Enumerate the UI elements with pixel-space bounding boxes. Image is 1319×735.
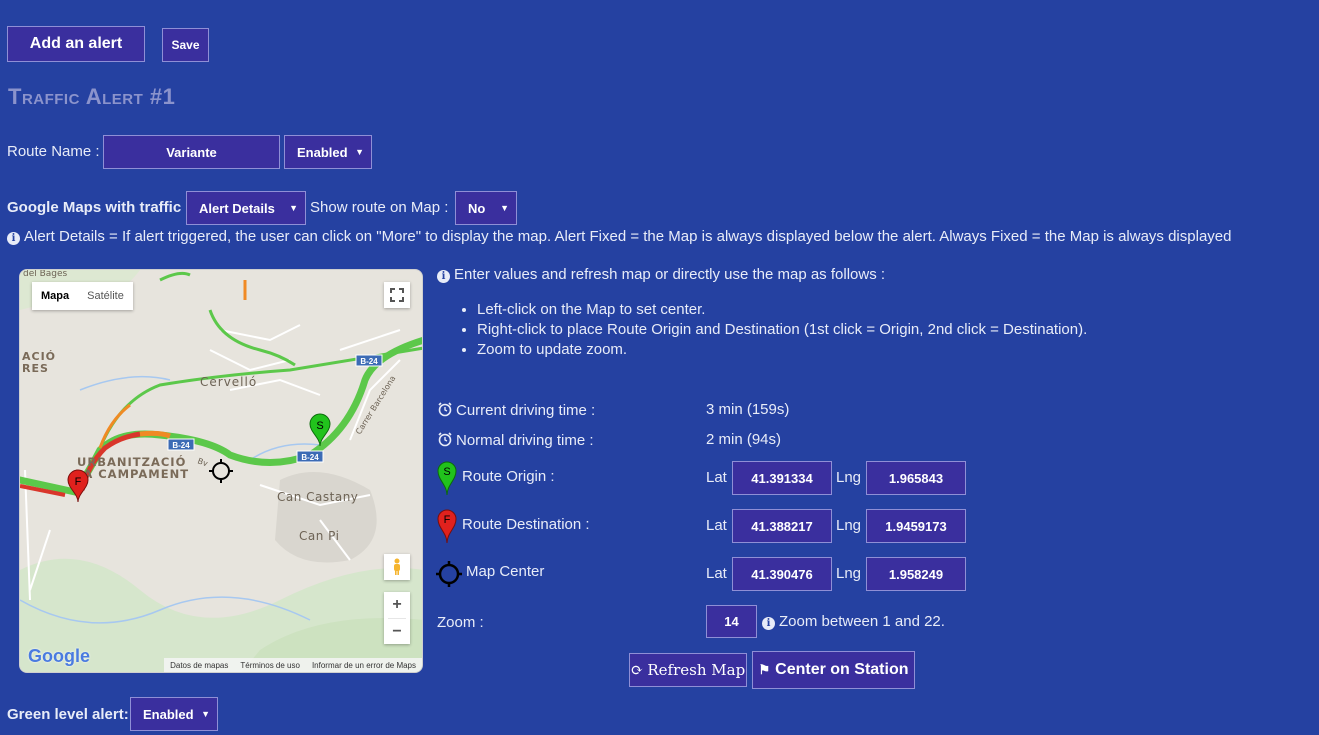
place-label: LA CAMPAMENT <box>75 467 189 481</box>
place-label: Can Pi <box>299 529 339 543</box>
place-label: RES <box>22 362 49 375</box>
svg-text:S: S <box>316 420 323 432</box>
crosshair-icon <box>436 561 462 587</box>
map-footer: Datos de mapas Términos de uso Informar … <box>164 658 422 672</box>
alarm-clock-icon <box>438 402 452 417</box>
place-label: Cervelló <box>200 375 257 389</box>
maps-label: Google Maps with traffic : <box>7 199 191 216</box>
info-icon: i <box>7 232 20 245</box>
maps-mode-value: Alert Details <box>199 200 275 216</box>
road-badge: B-24 <box>360 357 378 366</box>
zoom-info-text: Zoom between 1 and 22. <box>779 613 945 630</box>
list-item: Left-click on the Map to set center. <box>477 302 1087 318</box>
save-button[interactable]: Save <box>162 28 209 62</box>
show-route-value: No <box>468 200 486 216</box>
normal-time-label-text: Normal driving time : <box>456 432 594 449</box>
add-alert-button[interactable]: Add an alert <box>7 26 145 62</box>
maps-info-text: Alert Details = If alert triggered, the … <box>24 228 1232 245</box>
station-icon: ⚑ <box>758 662 771 677</box>
refresh-map-label: Refresh Map <box>647 661 746 679</box>
green-alert-select[interactable]: Enabled ▼ <box>130 697 218 731</box>
maps-mode-select[interactable]: Alert Details ▼ <box>186 191 306 225</box>
map-type-map-button[interactable]: Mapa <box>32 282 78 310</box>
info-icon: i <box>437 270 450 283</box>
zoom-control: + − <box>384 592 410 644</box>
center-lat-input[interactable]: 41.390476 <box>732 557 832 591</box>
road-badge: B-24 <box>172 441 190 450</box>
origin-lng-label: Lng <box>836 469 862 486</box>
origin-lat-input[interactable]: 41.391334 <box>732 461 832 495</box>
info-icon: i <box>762 617 775 630</box>
zoom-info: i Zoom between 1 and 22. <box>762 613 945 630</box>
destination-pin-icon: F <box>437 509 457 543</box>
map-canvas[interactable]: B-24 B-24 B-24 Cervelló URBANITZACIÓ LA … <box>20 270 423 673</box>
alarm-clock-icon <box>438 432 452 447</box>
place-label: del Bages <box>23 270 68 279</box>
svg-text:S: S <box>443 466 450 478</box>
refresh-icon: ⟳ <box>630 661 644 679</box>
map-data-link[interactable]: Datos de mapas <box>170 661 228 670</box>
map-type-control: Mapa Satélite <box>32 282 133 310</box>
center-lat-label: Lat <box>706 565 727 582</box>
center-lng-label: Lng <box>836 565 862 582</box>
green-alert-label: Green level alert: <box>7 706 129 723</box>
svg-text:F: F <box>444 514 451 526</box>
origin-pin-icon: S <box>437 461 457 495</box>
map[interactable]: B-24 B-24 B-24 Cervelló URBANITZACIÓ LA … <box>19 269 423 673</box>
chevron-down-icon: ▼ <box>355 147 364 157</box>
center-lng-input[interactable]: 1.958249 <box>866 557 966 591</box>
destination-lng-label: Lng <box>836 517 862 534</box>
road-badge: B-24 <box>301 453 319 462</box>
route-status-value: Enabled <box>297 144 348 160</box>
chevron-down-icon: ▼ <box>289 203 298 213</box>
green-alert-value: Enabled <box>143 706 194 722</box>
origin-lng-input[interactable]: 1.965843 <box>866 461 966 495</box>
crosshair-icon[interactable] <box>209 459 233 483</box>
show-route-select[interactable]: No ▼ <box>455 191 517 225</box>
route-name-label: Route Name : <box>7 143 100 160</box>
place-label: Can Castany <box>277 490 358 504</box>
instructions-intro: i Enter values and refresh map or directl… <box>437 266 885 283</box>
origin-label: Route Origin : <box>462 468 555 485</box>
normal-time-label: Normal driving time : <box>437 431 594 449</box>
route-status-select[interactable]: Enabled ▼ <box>284 135 372 169</box>
pegman-icon[interactable] <box>384 554 410 580</box>
instructions-list: Left-click on the Map to set center. Rig… <box>457 302 1087 362</box>
google-logo: Google <box>28 646 90 666</box>
destination-label: Route Destination : <box>462 516 590 533</box>
current-time-label: Current driving time : <box>437 401 595 419</box>
current-time-value: 3 min (159s) <box>706 401 790 418</box>
origin-lat-label: Lat <box>706 469 727 486</box>
destination-pin-icon[interactable]: F <box>67 469 89 503</box>
svg-text:F: F <box>75 476 82 488</box>
chevron-down-icon: ▼ <box>201 709 210 719</box>
normal-time-value: 2 min (94s) <box>706 431 782 448</box>
list-item: Right-click to place Route Origin and De… <box>477 322 1087 338</box>
zoom-out-button[interactable]: − <box>388 618 406 644</box>
route-name-input[interactable]: Variante <box>103 135 280 169</box>
center-on-station-button[interactable]: ⚑ Center on Station <box>752 651 915 689</box>
maps-info: i Alert Details = If alert triggered, the… <box>7 228 1231 245</box>
chevron-down-icon: ▼ <box>500 203 509 213</box>
list-item: Zoom to update zoom. <box>477 342 1087 358</box>
zoom-in-button[interactable]: + <box>392 592 401 618</box>
place-label: Bv <box>196 456 209 468</box>
current-time-label-text: Current driving time : <box>456 402 596 419</box>
center-on-station-label: Center on Station <box>775 661 909 678</box>
alert-title: Traffic Alert #1 <box>8 84 176 109</box>
fullscreen-icon[interactable] <box>384 282 410 308</box>
show-route-label: Show route on Map : <box>310 199 449 216</box>
terms-link[interactable]: Términos de uso <box>240 661 300 670</box>
zoom-input[interactable]: 14 <box>706 605 757 638</box>
zoom-label: Zoom : <box>437 614 484 631</box>
report-error-link[interactable]: Informar de un error de Maps <box>312 661 416 670</box>
destination-lat-input[interactable]: 41.388217 <box>732 509 832 543</box>
instructions-intro-text: Enter values and refresh map or directly… <box>454 266 886 283</box>
center-label: Map Center <box>466 563 545 580</box>
map-type-satellite-button[interactable]: Satélite <box>78 282 133 310</box>
destination-lat-label: Lat <box>706 517 727 534</box>
refresh-map-button[interactable]: ⟳ Refresh Map <box>629 653 747 687</box>
destination-lng-input[interactable]: 1.9459173 <box>866 509 966 543</box>
